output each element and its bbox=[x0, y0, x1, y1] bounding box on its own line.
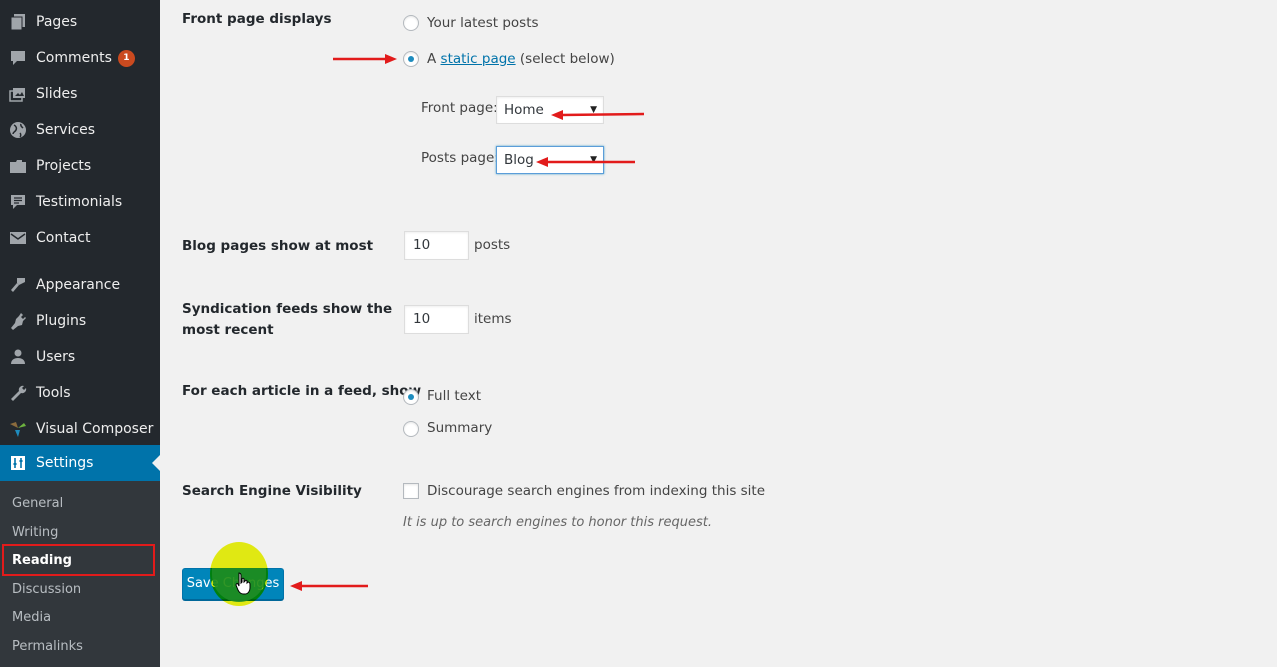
sidebar-item-pages[interactable]: Pages bbox=[0, 4, 160, 40]
user-icon bbox=[0, 347, 36, 367]
posts-page-select-value: Blog bbox=[504, 152, 534, 168]
sidebar-item-label: Appearance bbox=[36, 277, 121, 293]
sidebar-item-label: Comments bbox=[36, 50, 112, 66]
sidebar-item-appearance[interactable]: Appearance bbox=[0, 267, 160, 303]
sidebar-item-label: Plugins bbox=[36, 313, 87, 329]
folder-icon bbox=[0, 156, 36, 176]
sidebar-item-slides[interactable]: Slides bbox=[0, 76, 160, 112]
plug-icon bbox=[0, 311, 36, 331]
sidebar-item-label: Projects bbox=[36, 158, 92, 174]
pages-icon bbox=[0, 12, 36, 32]
submenu-item-discussion[interactable]: Discussion bbox=[0, 576, 160, 605]
search-visibility-label: Search Engine Visibility bbox=[182, 483, 362, 499]
items-suffix: items bbox=[474, 311, 512, 327]
radio-static-page[interactable] bbox=[403, 51, 419, 67]
submenu-item-permalinks[interactable]: Permalinks bbox=[0, 633, 160, 662]
feed-article-label: For each article in a feed, show bbox=[182, 383, 422, 399]
static-page-link[interactable]: static page bbox=[441, 51, 516, 67]
front-page-select[interactable]: Home ▼ bbox=[496, 96, 604, 124]
discourage-search-checkbox[interactable] bbox=[403, 483, 419, 499]
radio-full-text-label: Full text bbox=[427, 388, 482, 404]
visual-composer-icon bbox=[0, 419, 36, 439]
sidebar-item-comments[interactable]: Comments 1 bbox=[0, 40, 160, 76]
radio-latest-posts-label: Your latest posts bbox=[427, 15, 539, 31]
radio-latest-posts[interactable] bbox=[403, 15, 419, 31]
sidebar-item-label: Slides bbox=[36, 86, 78, 102]
posts-page-select[interactable]: Blog ▼ bbox=[496, 146, 604, 174]
sidebar-item-label: Settings bbox=[36, 455, 94, 471]
sidebar-item-tools[interactable]: Tools bbox=[0, 375, 160, 411]
submenu-item-media[interactable]: Media bbox=[0, 604, 160, 633]
static-page-suffix: (select below) bbox=[515, 51, 615, 67]
posts-page-select-label: Posts page: bbox=[421, 150, 499, 166]
feed-items-input[interactable]: 10 bbox=[404, 305, 469, 334]
comments-icon bbox=[0, 48, 36, 68]
static-page-prefix: A bbox=[427, 51, 441, 67]
syndication-label: Syndication feeds show the most recent bbox=[182, 299, 392, 341]
sidebar-item-testimonials[interactable]: Testimonials bbox=[0, 184, 160, 220]
radio-static-page-label: A static page (select below) bbox=[427, 50, 615, 68]
paintbrush-icon bbox=[0, 275, 36, 295]
sidebar-item-contact[interactable]: Contact bbox=[0, 220, 160, 256]
reading-highlight-annotation bbox=[2, 544, 155, 576]
testimonial-icon bbox=[0, 192, 36, 212]
syndication-label-line1: Syndication feeds show the bbox=[182, 301, 393, 317]
front-page-select-label: Front page: bbox=[421, 100, 498, 116]
sidebar-item-visual-composer[interactable]: Visual Composer bbox=[0, 411, 160, 447]
sidebar-item-label: Contact bbox=[36, 230, 91, 246]
sidebar-item-label: Services bbox=[36, 122, 96, 138]
save-changes-button[interactable]: Save Changes bbox=[182, 568, 284, 600]
sidebar-item-settings[interactable]: Settings bbox=[0, 445, 160, 481]
sidebar-item-label: Pages bbox=[36, 14, 78, 30]
radio-full-text[interactable] bbox=[403, 389, 419, 405]
sidebar-item-users[interactable]: Users bbox=[0, 339, 160, 375]
search-visibility-description: It is up to search engines to honor this… bbox=[403, 515, 712, 530]
front-page-displays-label: Front page displays bbox=[182, 11, 332, 27]
sidebar-item-label: Testimonials bbox=[36, 194, 123, 210]
discourage-search-label: Discourage search engines from indexing … bbox=[427, 483, 766, 499]
slides-icon bbox=[0, 84, 36, 104]
posts-suffix: posts bbox=[474, 237, 511, 253]
radio-summary-label: Summary bbox=[427, 420, 493, 436]
radio-summary[interactable] bbox=[403, 421, 419, 437]
arrow-annotation-static-page bbox=[333, 54, 397, 64]
comment-count-badge: 1 bbox=[117, 49, 135, 67]
blog-pages-label: Blog pages show at most bbox=[182, 238, 374, 254]
sidebar-item-label: Tools bbox=[36, 385, 71, 401]
wrench-icon bbox=[0, 383, 36, 403]
arrow-annotation-save bbox=[290, 581, 368, 591]
front-page-select-value: Home bbox=[504, 102, 544, 118]
chevron-down-icon: ▼ bbox=[590, 105, 597, 115]
syndication-label-line2: most recent bbox=[182, 322, 274, 338]
sidebar-item-label: Users bbox=[36, 349, 76, 365]
sidebar-item-projects[interactable]: Projects bbox=[0, 148, 160, 184]
chevron-down-icon: ▼ bbox=[590, 155, 597, 165]
posts-per-page-input[interactable]: 10 bbox=[404, 231, 469, 260]
submenu-item-general[interactable]: General bbox=[0, 490, 160, 519]
sidebar-item-services[interactable]: Services bbox=[0, 112, 160, 148]
sidebar-item-plugins[interactable]: Plugins bbox=[0, 303, 160, 339]
globe-icon bbox=[0, 120, 36, 140]
submenu-item-writing[interactable]: Writing bbox=[0, 519, 160, 548]
settings-sliders-icon bbox=[0, 453, 36, 473]
envelope-icon bbox=[0, 228, 36, 248]
active-indicator bbox=[152, 455, 160, 471]
sidebar-item-label: Visual Composer bbox=[36, 421, 154, 437]
